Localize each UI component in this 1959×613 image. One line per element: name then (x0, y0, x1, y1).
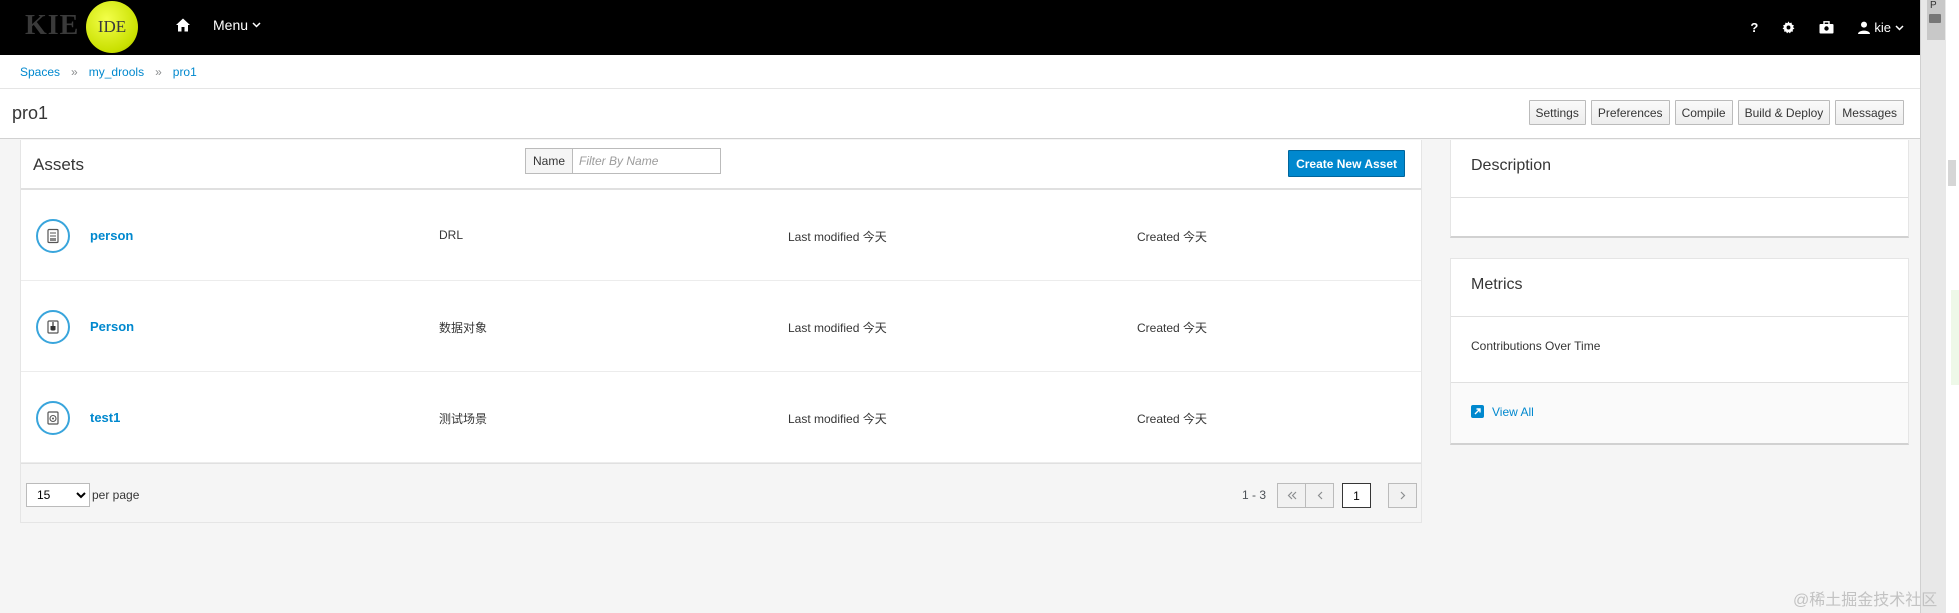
breadcrumb-separator: » (155, 64, 162, 79)
logo-text: KIE (25, 10, 80, 41)
previous-page-button[interactable] (1305, 483, 1334, 508)
chevron-left-icon (1317, 491, 1322, 500)
menu-label: Menu (213, 17, 249, 33)
scroll-highlight (1951, 290, 1959, 385)
project-header: pro1 Settings Preferences Compile Build … (0, 89, 1920, 139)
logo-badge-text: IDE (97, 17, 127, 36)
asset-filter: Name (525, 148, 722, 174)
chevron-down-icon (252, 22, 261, 28)
help-button[interactable]: ? (1750, 20, 1758, 35)
data-object-icon (36, 310, 70, 344)
scroll-marker (1948, 160, 1956, 186)
description-card: Description (1450, 140, 1909, 238)
asset-created: Created 今天 (1137, 230, 1208, 244)
next-page-button[interactable] (1388, 483, 1417, 508)
page-number-input[interactable] (1342, 483, 1371, 508)
build-deploy-button[interactable]: Build & Deploy (1737, 100, 1831, 125)
preferences-button[interactable]: Preferences (1590, 100, 1670, 125)
breadcrumb: Spaces » my_drools » pro1 (0, 55, 1920, 89)
contributions-over-time-label: Contributions Over Time (1451, 317, 1908, 383)
navbar-utilities: ? kie (1750, 0, 1904, 55)
pagination-range: 1 - 3 (1242, 488, 1267, 502)
asset-type: 测试场景 (439, 412, 488, 426)
per-page-label: per page (92, 488, 140, 502)
folder-icon (1929, 14, 1941, 23)
breadcrumb-project[interactable]: pro1 (173, 65, 197, 79)
view-all-link[interactable]: View All (1492, 405, 1534, 419)
apps-button[interactable] (1819, 21, 1834, 34)
asset-created: Created 今天 (1137, 412, 1208, 426)
assets-panel: Assets Name Create New Asset person DRL … (20, 140, 1422, 523)
help-icon: ? (1750, 20, 1759, 35)
asset-created: Created 今天 (1137, 321, 1208, 335)
breadcrumb-space[interactable]: my_drools (89, 65, 144, 79)
logo-badge: IDE (86, 1, 138, 53)
drl-file-icon (36, 219, 70, 253)
top-navbar: KIE IDE Menu ? kie (0, 0, 1920, 55)
asset-last-modified: Last modified 今天 (788, 412, 887, 426)
per-page-select[interactable]: 15 (26, 483, 90, 507)
description-title: Description (1451, 140, 1908, 198)
metrics-title: Metrics (1451, 259, 1908, 317)
assets-title: Assets (33, 155, 85, 174)
page-title: pro1 (12, 103, 49, 123)
asset-row[interactable]: test1 测试场景 Last modified 今天 Created 今天 (21, 372, 1421, 463)
asset-name-link[interactable]: person (90, 228, 133, 243)
asset-last-modified: Last modified 今天 (788, 230, 887, 244)
chevron-right-icon (1400, 491, 1405, 500)
briefcase-icon (1819, 21, 1834, 34)
filter-by-name-input[interactable] (573, 148, 722, 174)
asset-row[interactable]: person DRL Last modified 今天 Created 今天 (21, 190, 1421, 281)
external-link-icon (1471, 405, 1484, 418)
user-menu[interactable]: kie (1858, 20, 1904, 35)
asset-list: person DRL Last modified 今天 Created 今天 P… (21, 190, 1421, 463)
scrollbar-track[interactable]: P (1920, 0, 1946, 613)
asset-row[interactable]: Person 数据对象 Last modified 今天 Created 今天 (21, 281, 1421, 372)
asset-name-link[interactable]: Person (90, 319, 134, 334)
side-scroll-strip: P (1920, 0, 1959, 613)
user-icon (1858, 21, 1871, 34)
test-scenario-icon (36, 401, 70, 435)
kie-ide-logo[interactable]: KIE IDE (0, 0, 160, 55)
metrics-card: Metrics Contributions Over Time View All (1450, 258, 1909, 445)
home-icon[interactable] (175, 17, 191, 33)
settings-button[interactable]: Settings (1528, 100, 1586, 125)
project-toolbar: Settings Preferences Compile Build & Dep… (1528, 100, 1904, 125)
filter-label: Name (525, 148, 574, 174)
settings-button[interactable] (1782, 21, 1795, 34)
messages-button[interactable]: Messages (1835, 100, 1904, 125)
user-label: kie (1874, 20, 1891, 35)
view-all-row: View All (1451, 383, 1908, 443)
first-page-button[interactable] (1277, 483, 1306, 508)
scroll-strip-label: P (1930, 0, 1937, 11)
create-new-asset-button[interactable]: Create New Asset (1288, 150, 1405, 177)
double-chevron-left-icon (1287, 491, 1296, 500)
gear-icon (1782, 21, 1795, 34)
chevron-down-icon (1895, 24, 1904, 31)
asset-pagination: 15 per page 1 - 3 (21, 463, 1421, 522)
assets-header: Assets Name Create New Asset (21, 140, 1421, 190)
menu-dropdown[interactable]: Menu (213, 17, 261, 33)
watermark: @稀土掘金技术社区 (1793, 592, 1938, 609)
asset-type: DRL (439, 228, 464, 242)
breadcrumb-separator: » (71, 64, 78, 79)
asset-name-link[interactable]: test1 (90, 410, 120, 425)
asset-type: 数据对象 (439, 321, 488, 335)
breadcrumb-spaces[interactable]: Spaces (20, 65, 60, 79)
asset-last-modified: Last modified 今天 (788, 321, 887, 335)
compile-button[interactable]: Compile (1674, 100, 1733, 125)
